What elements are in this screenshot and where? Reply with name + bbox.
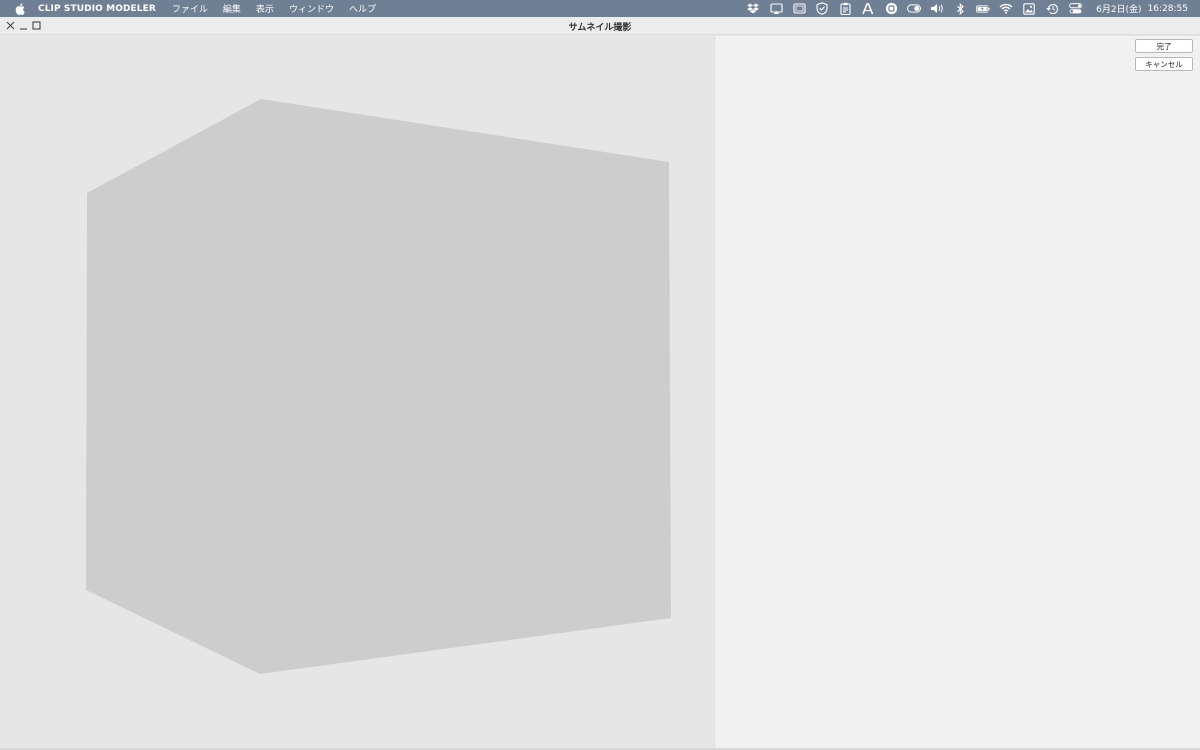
volume-icon[interactable] <box>930 2 944 15</box>
clipboard-icon[interactable] <box>838 2 852 15</box>
screen-icon[interactable] <box>792 2 806 15</box>
status-area: 6月2日(金) 16:28:55 <box>737 0 1188 17</box>
bluetooth-icon[interactable] <box>953 2 967 15</box>
app-name-menu[interactable]: CLIP STUDIO MODELER <box>38 4 156 14</box>
control-center-icon[interactable] <box>1068 2 1082 15</box>
viewport-canvas[interactable] <box>0 36 714 748</box>
toggle-icon[interactable] <box>907 2 922 15</box>
cube-model[interactable] <box>86 99 671 674</box>
done-button[interactable]: 完了 <box>1135 39 1193 53</box>
window-title: サムネイル撮影 <box>568 23 632 33</box>
menu-bar: CLIP STUDIO MODELER ファイル 編集 表示 ウィンドウ ヘルプ <box>0 0 1200 17</box>
right-panel: 完了 キャンセル <box>714 36 1200 748</box>
shield-icon[interactable] <box>815 2 829 15</box>
wifi-icon[interactable] <box>999 2 1013 15</box>
menu-edit[interactable]: 編集 <box>223 2 241 15</box>
dropbox-icon[interactable] <box>746 2 760 15</box>
apple-icon[interactable] <box>13 2 27 16</box>
thumbnail-viewport[interactable] <box>0 36 714 748</box>
text-a-icon[interactable] <box>861 2 875 15</box>
time-machine-icon[interactable] <box>1045 2 1059 15</box>
airplay-display-icon[interactable] <box>769 2 783 15</box>
menu-file[interactable]: ファイル <box>172 2 208 15</box>
clock-time[interactable]: 16:28:55 <box>1148 4 1188 14</box>
cancel-button[interactable]: キャンセル <box>1135 57 1193 71</box>
window-titlebar: サムネイル撮影 <box>0 17 1200 35</box>
menu-view[interactable]: 表示 <box>256 2 274 15</box>
clock-date[interactable]: 6月2日(金) <box>1096 2 1141 15</box>
menu-help[interactable]: ヘルプ <box>349 2 376 15</box>
menu-window[interactable]: ウィンドウ <box>289 2 334 15</box>
image-icon[interactable] <box>1022 2 1036 15</box>
circle-s-icon[interactable] <box>884 2 898 15</box>
battery-icon[interactable] <box>976 2 990 15</box>
